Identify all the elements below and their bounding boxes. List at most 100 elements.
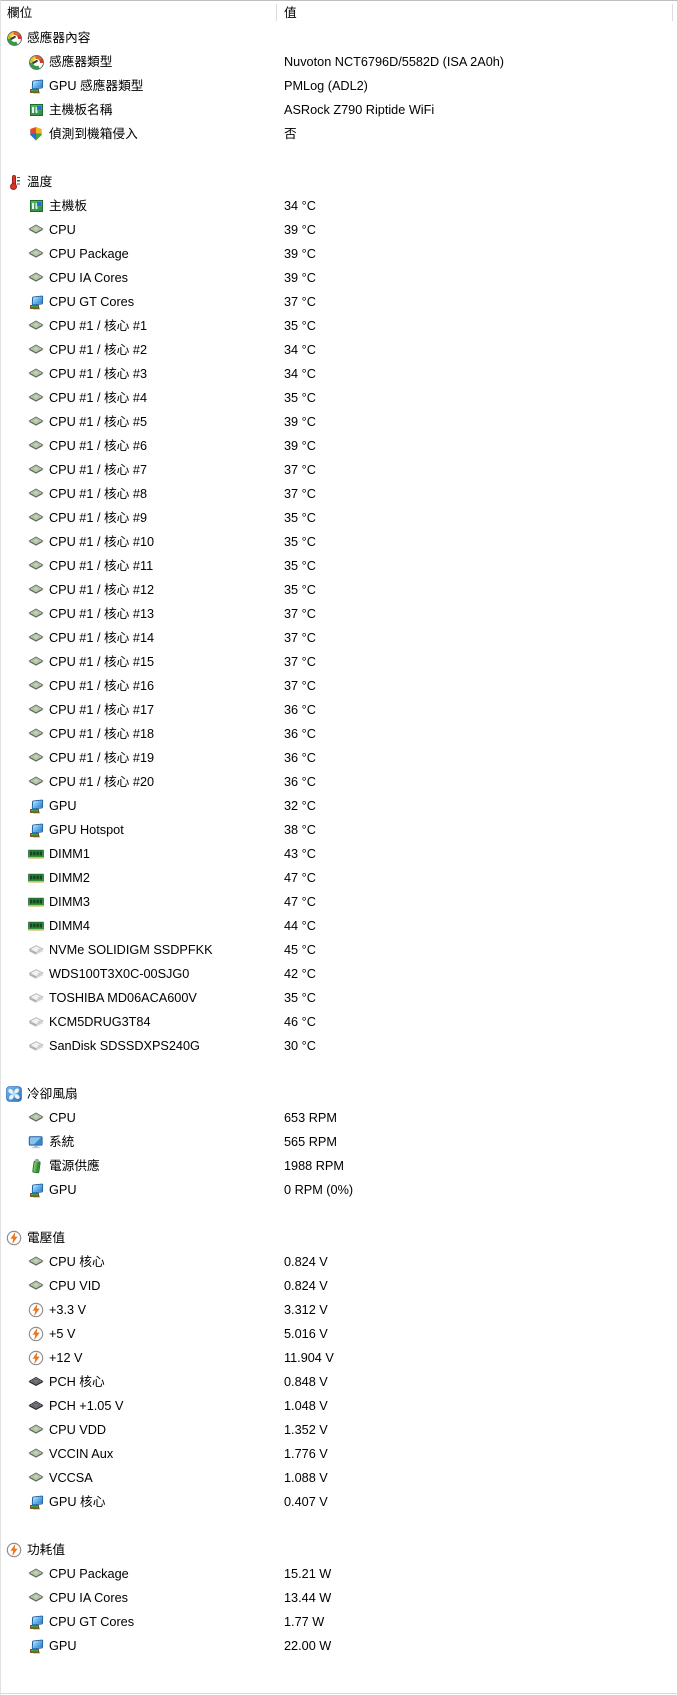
drive-icon [28, 1014, 44, 1030]
sensor-row[interactable]: GPU Hotspot38 °C [1, 818, 677, 842]
drive-icon [28, 966, 44, 982]
sensor-label: CPU Package [49, 1562, 129, 1586]
section-gap [1, 1202, 677, 1226]
sensor-value: 0.407 V [284, 1490, 328, 1514]
sensor-row[interactable]: CPU #1 / 核心 #234 °C [1, 338, 677, 362]
cpu-icon [28, 702, 44, 718]
sensor-row[interactable]: CPU #1 / 核心 #539 °C [1, 410, 677, 434]
sensor-row[interactable]: CPU #1 / 核心 #1736 °C [1, 698, 677, 722]
sensor-row[interactable]: 電源供應1988 RPM [1, 1154, 677, 1178]
cpu-icon [28, 582, 44, 598]
sensor-row[interactable]: CPU #1 / 核心 #2036 °C [1, 770, 677, 794]
sensor-row[interactable]: CPU #1 / 核心 #1337 °C [1, 602, 677, 626]
sensor-row[interactable]: CPU #1 / 核心 #935 °C [1, 506, 677, 530]
sensor-row[interactable]: PCH 核心0.848 V [1, 1370, 677, 1394]
column-divider[interactable] [276, 4, 277, 21]
sensor-row[interactable]: CPU #1 / 核心 #1637 °C [1, 674, 677, 698]
sensor-label: CPU #1 / 核心 #17 [49, 698, 154, 722]
sensor-row[interactable]: CPU IA Cores13.44 W [1, 1586, 677, 1610]
cpu-icon [28, 606, 44, 622]
sensor-row[interactable]: CPU VDD1.352 V [1, 1418, 677, 1442]
sensor-value: 565 RPM [284, 1130, 337, 1154]
sensor-row[interactable]: DIMM143 °C [1, 842, 677, 866]
section-label: 感應器內容 [27, 26, 90, 50]
sensor-row[interactable]: CPU #1 / 核心 #435 °C [1, 386, 677, 410]
sensor-label: GPU [49, 1634, 77, 1658]
sensor-row[interactable]: CPU Package15.21 W [1, 1562, 677, 1586]
sensor-label: CPU #1 / 核心 #14 [49, 626, 154, 650]
sensor-row[interactable]: CPU #1 / 核心 #1 35 °C [1, 314, 677, 338]
sensor-row[interactable]: PCH +1.05 V1.048 V [1, 1394, 677, 1418]
sensor-row[interactable]: VCCSA1.088 V [1, 1466, 677, 1490]
sensor-row[interactable]: GPU0 RPM (0%) [1, 1178, 677, 1202]
column-header-value[interactable]: 值 [284, 1, 297, 25]
sensor-value: 36 °C [284, 722, 316, 746]
drive-icon [28, 942, 44, 958]
sensor-label: CPU VID [49, 1274, 100, 1298]
sensor-value: 47 °C [284, 866, 316, 890]
sensor-label: CPU #1 / 核心 #1 [49, 314, 147, 338]
sensor-row[interactable]: 系統565 RPM [1, 1130, 677, 1154]
sensor-row[interactable]: SanDisk SDSSDXPS240G30 °C [1, 1034, 677, 1058]
section-row[interactable]: 電壓值 [1, 1226, 677, 1250]
sensor-row[interactable]: CPU #1 / 核心 #1537 °C [1, 650, 677, 674]
sensor-row[interactable]: CPU39 °C [1, 218, 677, 242]
sensor-row[interactable]: GPU32 °C [1, 794, 677, 818]
sensor-row[interactable]: GPU 感應器類型PMLog (ADL2) [1, 74, 677, 98]
sensor-value: 37 °C [284, 602, 316, 626]
sensor-label: CPU #1 / 核心 #10 [49, 530, 154, 554]
sensor-row[interactable]: CPU #1 / 核心 #1135 °C [1, 554, 677, 578]
sensor-row[interactable]: CPU GT Cores37 °C [1, 290, 677, 314]
sensor-value: 35 °C [284, 314, 316, 338]
sensor-row[interactable]: CPU #1 / 核心 #334 °C [1, 362, 677, 386]
sensor-row[interactable]: VCCIN Aux1.776 V [1, 1442, 677, 1466]
sensor-row[interactable]: CPU #1 / 核心 #1936 °C [1, 746, 677, 770]
sensor-row[interactable]: GPU22.00 W [1, 1634, 677, 1658]
sensor-row[interactable]: DIMM247 °C [1, 866, 677, 890]
sensor-value: 35 °C [284, 530, 316, 554]
sensor-row[interactable]: CPU 核心0.824 V [1, 1250, 677, 1274]
sensor-row[interactable]: DIMM444 °C [1, 914, 677, 938]
sensor-row[interactable]: CPU #1 / 核心 #737 °C [1, 458, 677, 482]
section-row[interactable]: 功耗值 [1, 1538, 677, 1562]
sensor-row[interactable]: NVMe SOLIDIGM SSDPFKK45 °C [1, 938, 677, 962]
sensor-row[interactable]: TOSHIBA MD06ACA600V35 °C [1, 986, 677, 1010]
sensor-row[interactable]: CPU653 RPM [1, 1106, 677, 1130]
sensor-row[interactable]: +5 V5.016 V [1, 1322, 677, 1346]
sensor-row[interactable]: CPU #1 / 核心 #1235 °C [1, 578, 677, 602]
sensor-row[interactable]: GPU 核心0.407 V [1, 1490, 677, 1514]
sensor-label: 電源供應 [49, 1154, 100, 1178]
cpu-icon [28, 678, 44, 694]
sensor-row[interactable]: KCM5DRUG3T8446 °C [1, 1010, 677, 1034]
sensor-row[interactable]: 主機板名稱ASRock Z790 Riptide WiFi [1, 98, 677, 122]
bolt-icon [28, 1302, 44, 1318]
sensor-row[interactable]: CPU #1 / 核心 #1437 °C [1, 626, 677, 650]
sensor-label: CPU GT Cores [49, 290, 134, 314]
sensor-row[interactable]: +3.3 V3.312 V [1, 1298, 677, 1322]
sensor-row[interactable]: +12 V11.904 V [1, 1346, 677, 1370]
sensor-value: 46 °C [284, 1010, 316, 1034]
sensor-row[interactable]: DIMM347 °C [1, 890, 677, 914]
sensor-label: CPU #1 / 核心 #3 [49, 362, 147, 386]
sensor-row[interactable]: CPU #1 / 核心 #1836 °C [1, 722, 677, 746]
sensor-row[interactable]: 主機板34 °C [1, 194, 677, 218]
section-row[interactable]: 冷卻風扇 [1, 1082, 677, 1106]
sensor-row[interactable]: CPU IA Cores39 °C [1, 266, 677, 290]
sensor-row[interactable]: CPU Package39 °C [1, 242, 677, 266]
section-row[interactable]: 溫度 [1, 170, 677, 194]
sensor-row[interactable]: CPU #1 / 核心 #837 °C [1, 482, 677, 506]
sensor-row[interactable]: WDS100T3X0C-00SJG042 °C [1, 962, 677, 986]
sensor-window: 欄位 值 感應器內容感應器類型Nuvoton NCT6796D/5582D (I… [0, 0, 677, 1695]
sensor-row[interactable]: 偵測到機箱侵入否 [1, 122, 677, 146]
sensor-row[interactable]: 感應器類型Nuvoton NCT6796D/5582D (ISA 2A0h) [1, 50, 677, 74]
section-row[interactable]: 感應器內容 [1, 26, 677, 50]
sensor-value: 35 °C [284, 506, 316, 530]
sensor-row[interactable]: CPU VID0.824 V [1, 1274, 677, 1298]
sensor-row[interactable]: CPU #1 / 核心 #639 °C [1, 434, 677, 458]
sensor-value: 30 °C [284, 1034, 316, 1058]
column-divider[interactable] [672, 4, 673, 21]
sensor-row[interactable]: CPU #1 / 核心 #10 35 °C [1, 530, 677, 554]
sensor-row[interactable]: CPU GT Cores1.77 W [1, 1610, 677, 1634]
column-header-field[interactable]: 欄位 [7, 1, 32, 25]
sensor-list: 感應器內容感應器類型Nuvoton NCT6796D/5582D (ISA 2A… [1, 26, 677, 1658]
